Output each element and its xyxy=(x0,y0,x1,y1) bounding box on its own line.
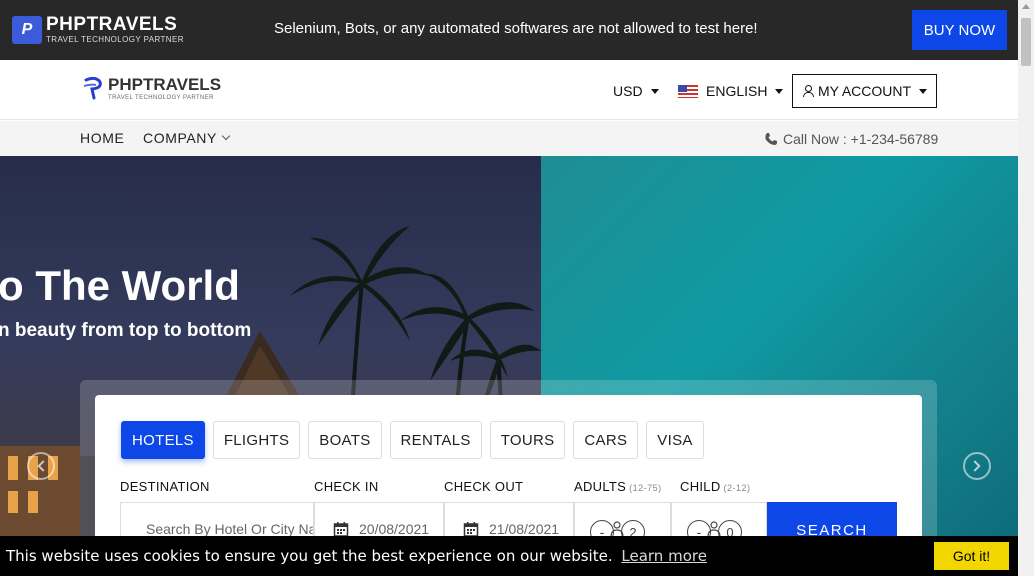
my-account-button[interactable]: MY ACCOUNT xyxy=(792,74,937,108)
nav-company-dropdown[interactable]: COMPANY xyxy=(143,130,231,146)
top-announcement-bar: P PHPTRAVELS TRAVEL TECHNOLOGY PARTNER S… xyxy=(0,0,1018,60)
scroll-up-arrow-icon[interactable] xyxy=(1022,4,1030,9)
tab-hotels[interactable]: HOTELS xyxy=(121,421,205,459)
topbar-logo-text: PHPTRAVELS TRAVEL TECHNOLOGY PARTNER xyxy=(46,15,184,44)
adults-label-text: ADULTS xyxy=(574,479,627,494)
cookie-message: This website uses cookies to ensure you … xyxy=(6,547,707,565)
chevron-left-icon xyxy=(37,460,49,472)
checkin-date[interactable]: 20/08/2021 xyxy=(359,521,429,537)
currency-label: USD xyxy=(613,83,643,99)
caret-down-icon xyxy=(775,88,784,94)
cookie-accept-button[interactable]: Got it! xyxy=(934,542,1009,570)
currency-dropdown[interactable]: USD xyxy=(613,83,659,99)
topbar-logo[interactable]: P PHPTRAVELS TRAVEL TECHNOLOGY PARTNER xyxy=(12,15,184,44)
tab-flights[interactable]: FLIGHTS xyxy=(212,421,301,459)
call-now-link[interactable]: Call Now : +1-234-56789 xyxy=(764,131,938,147)
learn-more-link[interactable]: Learn more xyxy=(621,547,707,565)
tab-rentals[interactable]: RENTALS xyxy=(389,421,482,459)
topbar-logo-tagline: TRAVEL TECHNOLOGY PARTNER xyxy=(46,35,184,44)
buy-now-button[interactable]: BUY NOW xyxy=(912,10,1007,50)
adults-range: (12-75) xyxy=(629,483,662,493)
nav-home-link[interactable]: HOME xyxy=(80,130,124,146)
checkout-date[interactable]: 21/08/2021 xyxy=(489,521,559,537)
language-label: ENGLISH xyxy=(706,83,768,99)
slider-next-button[interactable] xyxy=(963,452,991,480)
bot-warning-notice: Selenium, Bots, or any automated softwar… xyxy=(274,20,758,37)
logo-icon xyxy=(83,76,102,100)
slider-prev-button[interactable] xyxy=(27,452,55,480)
caret-down-icon xyxy=(650,88,659,94)
header-logo-text: PHPTRAVELS TRAVEL TECHNOLOGY PARTNER xyxy=(108,76,221,101)
topbar-logo-name: PHPTRAVELS xyxy=(46,14,178,35)
chevron-right-icon xyxy=(969,460,981,472)
scrollbar-thumb[interactable] xyxy=(1021,18,1031,66)
user-icon xyxy=(802,85,814,97)
header-logo-name: PHPTRAVELS xyxy=(108,74,222,94)
checkout-label: CHECK OUT xyxy=(444,479,524,494)
tab-tours[interactable]: TOURS xyxy=(489,421,566,459)
hero-subtitle: n beauty from top to bottom xyxy=(0,320,252,341)
adults-label: ADULTS (12-75) xyxy=(574,479,662,494)
child-label-text: CHILD xyxy=(680,479,721,494)
search-tabs: HOTELS FLIGHTS BOATS RENTALS TOURS CARS … xyxy=(121,421,712,459)
us-flag-icon xyxy=(678,84,698,98)
page-scrollbar[interactable] xyxy=(1018,0,1034,576)
language-dropdown[interactable]: ENGLISH xyxy=(678,83,784,99)
phone-icon xyxy=(765,133,777,145)
destination-input[interactable]: Search By Hotel Or City Name xyxy=(146,521,313,537)
nav-company-label: COMPANY xyxy=(143,130,217,146)
child-range: (2-12) xyxy=(723,483,751,493)
cookie-message-text: This website uses cookies to ensure you … xyxy=(6,547,613,565)
header-logo[interactable]: PHPTRAVELS TRAVEL TECHNOLOGY PARTNER xyxy=(82,74,221,102)
main-header: PHPTRAVELS TRAVEL TECHNOLOGY PARTNER USD… xyxy=(0,60,1018,120)
logo-icon: P xyxy=(12,15,42,44)
header-logo-tagline: TRAVEL TECHNOLOGY PARTNER xyxy=(108,94,214,101)
account-label: MY ACCOUNT xyxy=(817,83,912,99)
hero-slider: o The World n beauty from top to bottom … xyxy=(0,156,1018,576)
checkin-label: CHECK IN xyxy=(314,479,379,494)
caret-down-icon xyxy=(919,88,928,94)
chevron-down-icon xyxy=(221,131,231,141)
child-label: CHILD (2-12) xyxy=(680,479,751,494)
tab-boats[interactable]: BOATS xyxy=(308,421,382,459)
hero-title: o The World xyxy=(0,262,240,309)
destination-label: DESTINATION xyxy=(120,479,210,494)
calendar-icon xyxy=(333,522,349,537)
tab-cars[interactable]: CARS xyxy=(573,421,639,459)
main-nav: HOME COMPANY Call Now : +1-234-56789 xyxy=(0,121,1018,156)
calendar-icon xyxy=(463,522,479,537)
cookie-consent-bar: This website uses cookies to ensure you … xyxy=(0,536,1018,576)
call-now-text: Call Now : +1-234-56789 xyxy=(783,131,939,147)
tab-visa[interactable]: VISA xyxy=(646,421,704,459)
